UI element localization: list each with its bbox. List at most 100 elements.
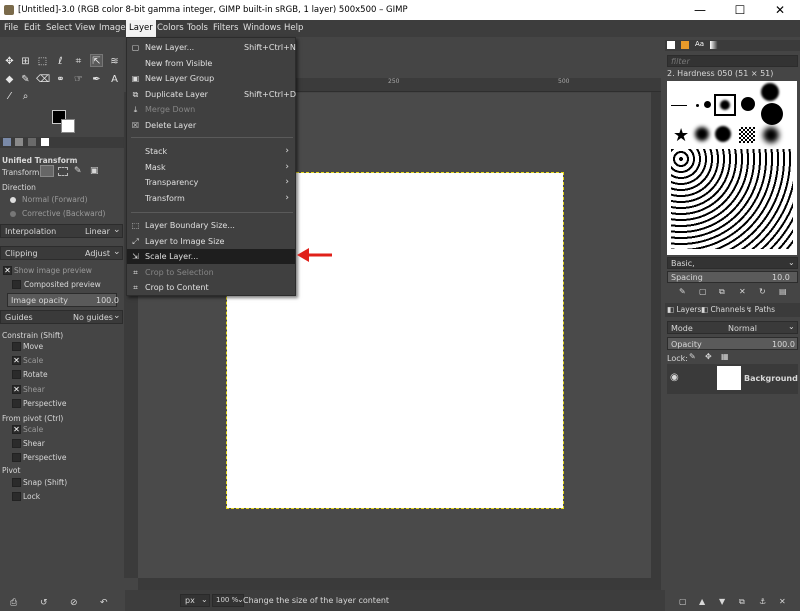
layer-name[interactable]: Background bbox=[744, 374, 798, 383]
brush-item[interactable] bbox=[739, 127, 755, 143]
tab-channels[interactable]: ◧ Channels bbox=[701, 305, 745, 314]
layer-opacity-slider[interactable]: Opacity 100.0 bbox=[667, 337, 798, 350]
clipping-select[interactable]: Clipping Adjust ⌄ bbox=[0, 246, 123, 260]
fonts-tab-icon[interactable]: Aa bbox=[695, 40, 704, 48]
direction-normal-radio[interactable] bbox=[10, 197, 16, 203]
raise-layer-icon[interactable]: ▲ bbox=[699, 597, 705, 606]
lock-position-icon[interactable]: ✥ bbox=[705, 352, 712, 361]
menu-tools[interactable]: Tools bbox=[187, 23, 208, 33]
brush-grid[interactable]: ★ bbox=[667, 81, 797, 255]
direction-corrective-radio[interactable] bbox=[10, 211, 16, 217]
background-color-swatch[interactable] bbox=[61, 119, 75, 133]
submenu-stack[interactable]: Stack › bbox=[127, 144, 295, 159]
rect-select-icon[interactable]: ⬚ bbox=[36, 55, 49, 68]
lock-alpha-icon[interactable]: ▦ bbox=[721, 352, 729, 361]
menu-item-layer-boundary-size[interactable]: ⬚ Layer Boundary Size... bbox=[127, 218, 295, 233]
menu-item-new-layer-group[interactable]: ▣ New Layer Group bbox=[127, 71, 295, 86]
crop-tool-icon[interactable]: ⌗ bbox=[72, 55, 85, 68]
transform-selection-icon[interactable] bbox=[58, 167, 68, 176]
pivot-checkbox[interactable] bbox=[12, 478, 21, 487]
pivot-checkbox[interactable] bbox=[12, 492, 21, 502]
brush-item[interactable] bbox=[741, 97, 755, 111]
reset-options-icon[interactable]: ↶ bbox=[100, 598, 108, 608]
brush-texture-area[interactable] bbox=[671, 149, 793, 249]
duplicate-layer-icon[interactable]: ⧉ bbox=[739, 597, 745, 607]
new-brush-icon[interactable]: ▢ bbox=[699, 287, 707, 296]
delete-layer-icon[interactable]: ✕ bbox=[779, 597, 786, 606]
submenu-transparency[interactable]: Transparency › bbox=[127, 175, 295, 190]
menu-select[interactable]: Select bbox=[46, 23, 72, 33]
gradients-tab-icon[interactable] bbox=[710, 41, 718, 49]
pivot-from-checkbox[interactable] bbox=[12, 453, 21, 463]
brush-item[interactable] bbox=[704, 101, 711, 108]
lower-layer-icon[interactable]: ▼ bbox=[719, 597, 725, 606]
menu-help[interactable]: Help bbox=[284, 23, 303, 33]
paintbrush-icon[interactable]: ✎ bbox=[19, 73, 32, 86]
menu-item-new-layer[interactable]: ▢ New Layer... Shift+Ctrl+N bbox=[127, 40, 296, 55]
tab-paths[interactable]: ↯ Paths bbox=[746, 305, 775, 314]
layer-mode-select[interactable]: Mode Normal ⌄ bbox=[667, 321, 798, 334]
unified-transform-icon[interactable]: ⇱ bbox=[90, 54, 103, 67]
constrain-checkbox[interactable] bbox=[12, 342, 21, 351]
constrain-checkbox[interactable] bbox=[12, 370, 21, 380]
transform-image-icon[interactable]: ▣ bbox=[90, 166, 99, 176]
edit-brush-icon[interactable]: ✎ bbox=[679, 287, 686, 296]
transform-path-icon[interactable]: ✎ bbox=[74, 166, 82, 176]
color-picker-icon[interactable]: ⁄ bbox=[3, 90, 16, 103]
vertical-scrollbar[interactable] bbox=[651, 92, 661, 578]
menu-colors[interactable]: Colors bbox=[157, 23, 184, 33]
refresh-brush-icon[interactable]: ↻ bbox=[759, 287, 766, 296]
horizontal-scrollbar[interactable] bbox=[138, 578, 661, 590]
menu-item-layer-to-image-size[interactable]: ⤢ Layer to Image Size bbox=[127, 234, 295, 249]
text-tool-icon[interactable]: A bbox=[108, 73, 121, 86]
show-preview-checkbox[interactable]: ✕ bbox=[3, 266, 12, 275]
path-tool-icon[interactable]: ✒ bbox=[90, 73, 103, 86]
duplicate-brush-icon[interactable]: ⧉ bbox=[719, 287, 725, 297]
move-tool-icon[interactable]: ✥ bbox=[3, 55, 16, 68]
menu-item-crop-to-content[interactable]: ⌗ Crop to Content bbox=[127, 280, 295, 295]
brush-item[interactable] bbox=[715, 126, 731, 142]
menu-item-delete-layer[interactable]: ☒ Delete Layer bbox=[127, 118, 295, 133]
interpolation-select[interactable]: Interpolation Linear ⌄ bbox=[0, 224, 123, 238]
menu-layer[interactable]: Layer bbox=[126, 20, 156, 37]
new-layer-icon[interactable]: ▢ bbox=[679, 597, 687, 606]
zoom-tool-icon[interactable]: ⌕ bbox=[19, 90, 32, 103]
submenu-mask[interactable]: Mask › bbox=[127, 160, 295, 175]
menu-item-scale-layer[interactable]: ⇲ Scale Layer... bbox=[127, 249, 295, 265]
constrain-checkbox[interactable]: ✕ bbox=[12, 356, 21, 366]
pivot-from-checkbox[interactable] bbox=[12, 439, 21, 449]
save-options-icon[interactable]: ⎙ bbox=[10, 598, 17, 608]
menu-filters[interactable]: Filters bbox=[213, 23, 238, 33]
menu-view[interactable]: View bbox=[75, 23, 95, 33]
spacing-slider[interactable]: Spacing 10.0 bbox=[667, 271, 798, 283]
patterns-tab-icon[interactable] bbox=[681, 41, 689, 49]
transform-layer-icon[interactable] bbox=[40, 165, 54, 177]
tool-options-tab-icon[interactable] bbox=[3, 138, 11, 146]
menu-windows[interactable]: Windows bbox=[243, 23, 281, 33]
pivot-from-checkbox[interactable]: ✕ bbox=[12, 425, 21, 434]
anchor-layer-icon[interactable]: ⚓ bbox=[759, 597, 766, 606]
warp-tool-icon[interactable]: ≋ bbox=[108, 55, 121, 68]
delete-options-icon[interactable]: ⊘ bbox=[70, 598, 78, 608]
smudge-icon[interactable]: ☞ bbox=[72, 73, 85, 86]
brush-item[interactable] bbox=[763, 127, 779, 143]
brush-tag-select[interactable]: Basic, ⌄ bbox=[667, 257, 798, 269]
chain-icon[interactable] bbox=[687, 372, 695, 382]
image-opacity-slider[interactable]: Image opacity 100.0 bbox=[7, 293, 119, 307]
open-brush-icon[interactable]: ▤ bbox=[779, 287, 787, 296]
eye-icon[interactable]: ◉ bbox=[670, 372, 679, 383]
delete-brush-icon[interactable]: ✕ bbox=[739, 287, 746, 296]
clone-icon[interactable]: ⚭ bbox=[54, 73, 67, 86]
constrain-checkbox[interactable] bbox=[12, 398, 21, 408]
submenu-transform[interactable]: Transform › bbox=[127, 191, 295, 206]
close-button[interactable]: ✕ bbox=[760, 0, 800, 20]
brush-item[interactable] bbox=[761, 103, 783, 125]
maximize-button[interactable]: ☐ bbox=[720, 0, 760, 20]
brush-star[interactable]: ★ bbox=[673, 125, 689, 146]
tab-layers[interactable]: ◧ Layers bbox=[667, 305, 701, 314]
brush-item[interactable] bbox=[671, 105, 687, 106]
menu-item-new-from-visible[interactable]: New from Visible bbox=[127, 56, 295, 71]
brush-item[interactable] bbox=[696, 104, 699, 107]
bucket-icon[interactable]: ◆ bbox=[3, 73, 16, 86]
lasso-icon[interactable]: ℓ bbox=[54, 55, 67, 68]
